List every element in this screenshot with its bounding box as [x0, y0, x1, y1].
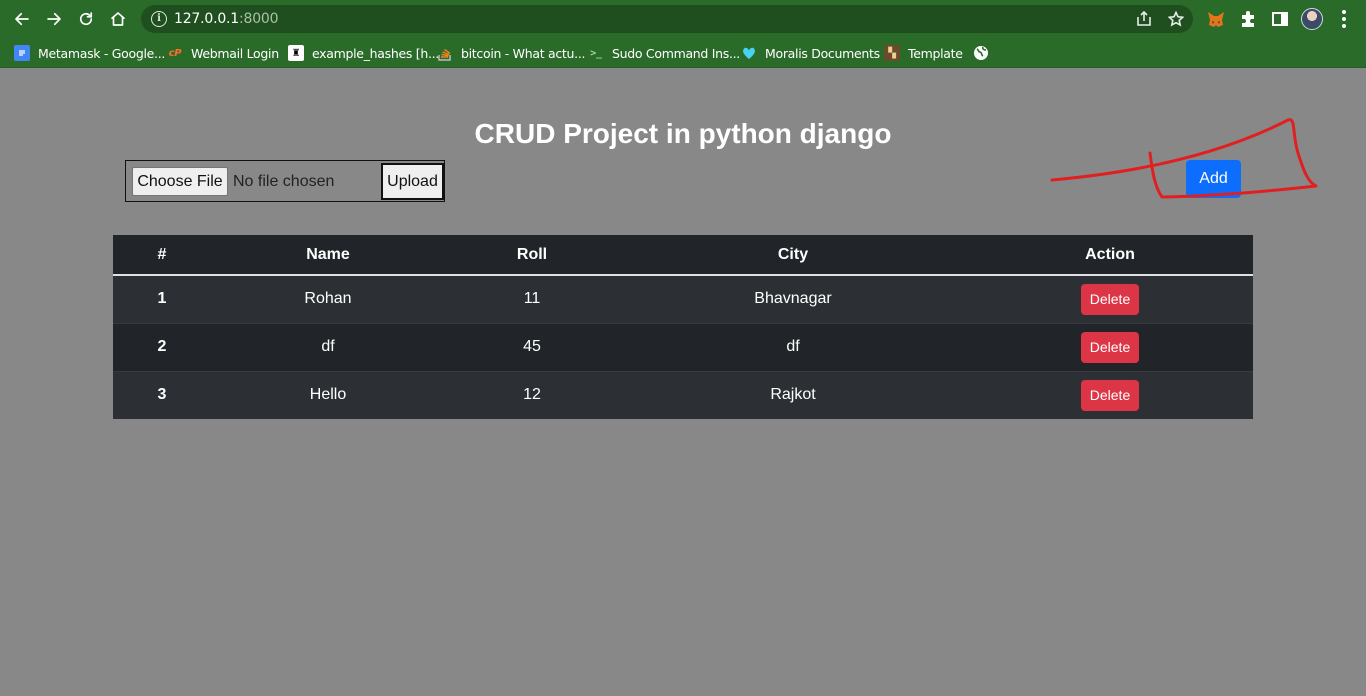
- cpanel-icon: cP: [168, 47, 182, 59]
- delete-button[interactable]: Delete: [1081, 283, 1139, 315]
- bookmark-label: Moralis Documents: [765, 45, 880, 61]
- bookmark-label: Sudo Command Ins...: [612, 45, 740, 61]
- bookmark-item[interactable]: [973, 43, 997, 63]
- delete-button[interactable]: Delete: [1081, 379, 1139, 411]
- url-host: 127.0.0.1: [174, 11, 239, 27]
- address-bar[interactable]: i 127.0.0.1:8000: [141, 5, 1193, 33]
- bookmark-label: Webmail Login: [191, 45, 279, 61]
- header-roll: Roll: [445, 235, 619, 276]
- add-button[interactable]: Add: [1186, 160, 1241, 198]
- docs-icon: [14, 45, 30, 61]
- table-header-row: # Name Roll City Action: [113, 235, 1253, 276]
- address-url[interactable]: 127.0.0.1:8000: [174, 11, 279, 27]
- reload-icon[interactable]: [74, 7, 98, 31]
- cell-roll: 12: [445, 370, 619, 419]
- header-name: Name: [211, 235, 445, 276]
- hashcat-icon: ♜: [288, 45, 304, 61]
- header-index: #: [113, 235, 211, 276]
- bookmark-label: example_hashes [h...: [312, 45, 439, 61]
- bookmark-label: Metamask - Google...: [38, 45, 166, 61]
- bookmark-label: bitcoin - What actu...: [461, 45, 586, 61]
- header-city: City: [619, 235, 967, 276]
- cell-name: Hello: [211, 370, 445, 419]
- page-title: CRUD Project in python django: [474, 118, 892, 149]
- template-icon: ▚: [884, 45, 900, 61]
- profile-avatar[interactable]: [1301, 8, 1323, 30]
- browser-toolbar: i 127.0.0.1:8000: [0, 0, 1366, 38]
- side-panel-icon[interactable]: [1270, 9, 1290, 29]
- bookmark-label: Template: [908, 45, 963, 61]
- bookmark-item[interactable]: cP Webmail Login: [167, 43, 279, 63]
- extensions-puzzle-icon[interactable]: [1238, 9, 1258, 29]
- upload-form: Choose File No file chosen Upload: [125, 160, 445, 202]
- delete-button[interactable]: Delete: [1081, 331, 1139, 363]
- bookmarks-bar: Metamask - Google... cP Webmail Login ♜ …: [0, 38, 1366, 68]
- home-icon[interactable]: [106, 7, 130, 31]
- bookmark-item[interactable]: ♜ example_hashes [h...: [288, 43, 439, 63]
- cell-roll: 45: [445, 322, 619, 371]
- star-icon[interactable]: [1167, 10, 1185, 27]
- students-table: # Name Roll City Action 1 Rohan 11 Bhavn…: [113, 235, 1253, 419]
- bookmark-item[interactable]: >_ Sudo Command Ins...: [588, 43, 740, 63]
- cell-roll: 11: [445, 274, 619, 323]
- share-icon[interactable]: [1136, 10, 1152, 27]
- cell-city: df: [619, 322, 967, 371]
- cell-city: Bhavnagar: [619, 274, 967, 323]
- back-icon[interactable]: [10, 7, 34, 31]
- metamask-fox-icon[interactable]: [1206, 9, 1226, 29]
- table-row: 1 Rohan 11 Bhavnagar Delete: [113, 274, 1253, 323]
- choose-file-button[interactable]: Choose File: [132, 167, 228, 196]
- cell-action: Delete: [967, 322, 1253, 371]
- globe-icon: [973, 45, 989, 61]
- more-menu-icon[interactable]: [1336, 9, 1352, 29]
- cell-action: Delete: [967, 274, 1253, 323]
- file-status-text: No file chosen: [233, 173, 335, 190]
- cell-action: Delete: [967, 370, 1253, 419]
- table-row: 3 Hello 12 Rajkot Delete: [113, 370, 1253, 419]
- header-action: Action: [967, 235, 1253, 276]
- cell-name: Rohan: [211, 274, 445, 323]
- cell-name: df: [211, 322, 445, 371]
- site-info-icon[interactable]: i: [151, 11, 167, 27]
- bookmark-item[interactable]: ▚ Template: [884, 43, 963, 63]
- cell-index: 2: [113, 322, 211, 371]
- cell-index: 3: [113, 370, 211, 419]
- table-row: 2 df 45 df Delete: [113, 322, 1253, 371]
- cell-index: 1: [113, 274, 211, 323]
- stackoverflow-icon: [437, 45, 453, 61]
- url-port: :8000: [239, 11, 279, 27]
- terminal-icon: >_: [590, 47, 602, 59]
- moralis-icon: [741, 45, 757, 61]
- upload-button[interactable]: Upload: [381, 163, 444, 200]
- cell-city: Rajkot: [619, 370, 967, 419]
- bookmark-item[interactable]: Moralis Documents: [741, 43, 880, 63]
- bookmark-item[interactable]: bitcoin - What actu...: [437, 43, 585, 63]
- forward-icon[interactable]: [42, 7, 66, 31]
- bookmark-item[interactable]: Metamask - Google...: [14, 43, 165, 63]
